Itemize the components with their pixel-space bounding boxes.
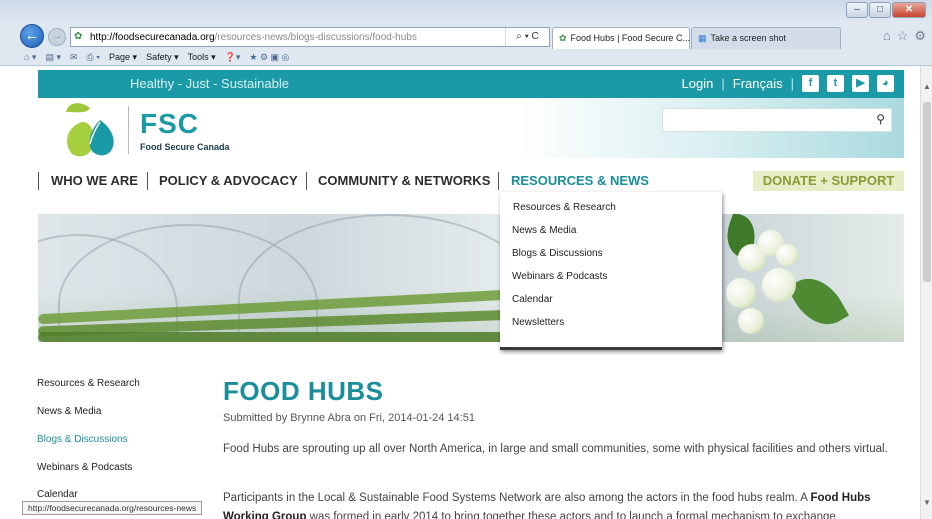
sidebar-item-webinars-podcasts[interactable]: Webinars & Podcasts: [37, 462, 132, 473]
rss-icon[interactable]: ◕: [877, 75, 894, 92]
page-title: FOOD HUBS: [223, 376, 384, 406]
dropdown-item-webinars-podcasts[interactable]: Webinars & Podcasts: [512, 271, 607, 282]
browser-right-icons: ⌂ ☆ ⚙: [883, 28, 926, 44]
blossom: [762, 268, 796, 302]
article-paragraph: Participants in the Local & Sustainable …: [223, 489, 903, 519]
back-button[interactable]: ←: [20, 24, 44, 48]
nav-divider: [147, 172, 148, 190]
window-title-strip: – □ ✕: [0, 0, 932, 22]
article-paragraph: Food Hubs are sprouting up all over Nort…: [223, 443, 888, 455]
dropdown-item-news-media[interactable]: News & Media: [512, 225, 576, 236]
article-meta: Submitted by Brynne Abra on Fri, 2014-01…: [223, 412, 475, 424]
site-favicon-icon: ✿: [74, 31, 83, 42]
tab-food-hubs[interactable]: ✿ Food Hubs | Food Secure C... ×: [552, 27, 700, 49]
logo-divider: [128, 106, 129, 154]
forward-button[interactable]: →: [48, 28, 66, 46]
nav-divider: [306, 172, 307, 190]
tab-strip: ✿ Food Hubs | Food Secure C... × ▦ Take …: [552, 27, 841, 49]
addon-icon[interactable]: ★ ⚙ ▣ ◎: [249, 52, 289, 63]
crop-row: [38, 332, 508, 342]
print-icon[interactable]: ⎙ ▾: [87, 52, 100, 63]
nav-community-networks[interactable]: COMMUNITY & NETWORKS: [318, 170, 490, 192]
close-window-button[interactable]: ✕: [892, 2, 926, 18]
leaf: [786, 267, 850, 336]
logo-text[interactable]: FSC: [140, 108, 199, 140]
page-viewport: Healthy - Just - Sustainable Login | Fra…: [0, 66, 920, 519]
tools-menu[interactable]: Tools ▾: [188, 52, 216, 63]
blossom: [726, 278, 756, 308]
help-icon[interactable]: ❓▾: [225, 52, 241, 63]
sidebar-item-blogs-discussions[interactable]: Blogs & Discussions: [37, 434, 128, 445]
scroll-up-icon[interactable]: ▲: [923, 82, 931, 91]
resources-news-dropdown: Resources & Research News & Media Blogs …: [500, 192, 722, 350]
login-link[interactable]: Login: [682, 76, 714, 91]
top-links: Login | Français | f t ▶ ◕: [682, 75, 894, 92]
blossom: [776, 244, 798, 266]
address-url: http://foodsecurecanada.org/resources-ne…: [90, 31, 417, 43]
hero-banner-image: [38, 214, 904, 342]
mail-icon[interactable]: ✉: [70, 52, 78, 63]
blossom: [738, 308, 764, 334]
tab-favicon-icon: ✿: [559, 33, 567, 43]
tab-label: Food Hubs | Food Secure C...: [570, 33, 690, 43]
site-header: FSC Food Secure Canada ⚲: [38, 98, 904, 158]
tab-label: Take a screen shot: [710, 33, 787, 43]
scroll-down-icon[interactable]: ▼: [923, 498, 931, 507]
logo-leaf-drop-icon[interactable]: [60, 98, 124, 160]
windows-icon: ▦: [698, 33, 707, 43]
nav-resources-news[interactable]: RESOURCES & NEWS: [511, 170, 649, 192]
window-controls: – □ ✕: [846, 2, 926, 18]
sidebar-item-resources-research[interactable]: Resources & Research: [37, 378, 140, 389]
logo-subtitle: Food Secure Canada: [140, 142, 230, 152]
home-page-icon[interactable]: ⌂ ▾: [24, 52, 36, 63]
feeds-icon[interactable]: ▤ ▾: [45, 52, 61, 63]
command-bar: ⌂ ▾ ▤ ▾ ✉ ⎙ ▾ Page ▾ Safety ▾ Tools ▾ ❓▾…: [0, 48, 932, 66]
scroll-thumb[interactable]: [923, 102, 931, 282]
nav-divider: [498, 172, 499, 190]
tab-screenshot[interactable]: ▦ Take a screen shot: [691, 27, 841, 49]
youtube-icon[interactable]: ▶: [852, 75, 869, 92]
address-search-refresh-icon[interactable]: ⌕ ▾ C: [505, 28, 549, 46]
dropdown-item-calendar[interactable]: Calendar: [512, 294, 553, 305]
safety-menu[interactable]: Safety ▾: [146, 52, 179, 63]
settings-gear-icon[interactable]: ⚙: [914, 28, 926, 44]
browser-chrome: – □ ✕ ← → ✿ http://foodsecurecanada.org/…: [0, 0, 932, 66]
page-menu[interactable]: Page ▾: [109, 52, 137, 63]
nav-divider: [38, 172, 39, 190]
site-tagline: Healthy - Just - Sustainable: [130, 76, 289, 91]
minimize-button[interactable]: –: [846, 2, 868, 18]
divider: |: [721, 76, 725, 91]
language-link[interactable]: Français: [733, 76, 783, 91]
site-search-input[interactable]: ⚲: [662, 108, 892, 132]
site-top-bar: Healthy - Just - Sustainable Login | Fra…: [38, 70, 904, 98]
browser-nav-row: ← → ✿ http://foodsecurecanada.org/resour…: [0, 22, 932, 49]
status-bar-url: http://foodsecurecanada.org/resources-ne…: [22, 501, 203, 515]
divider: |: [790, 76, 794, 91]
sidebar-item-calendar[interactable]: Calendar: [37, 489, 78, 500]
nav-who-we-are[interactable]: WHO WE ARE: [51, 170, 138, 192]
main-nav: WHO WE ARE POLICY & ADVOCACY COMMUNITY &…: [38, 170, 904, 192]
address-bar[interactable]: ✿ http://foodsecurecanada.org/resources-…: [70, 27, 550, 47]
home-icon[interactable]: ⌂: [883, 28, 891, 44]
dropdown-item-resources-research[interactable]: Resources & Research: [513, 202, 616, 213]
page-scrollbar[interactable]: ▲ ▼: [920, 66, 932, 519]
favorites-star-icon[interactable]: ☆: [897, 28, 909, 44]
maximize-button[interactable]: □: [869, 2, 891, 18]
nav-policy-advocacy[interactable]: POLICY & ADVOCACY: [159, 170, 298, 192]
donate-support-button[interactable]: DONATE + SUPPORT: [753, 171, 904, 191]
facebook-icon[interactable]: f: [802, 75, 819, 92]
search-icon[interactable]: ⚲: [876, 112, 885, 126]
twitter-icon[interactable]: t: [827, 75, 844, 92]
dropdown-item-blogs-discussions[interactable]: Blogs & Discussions: [512, 248, 603, 259]
dropdown-item-newsletters[interactable]: Newsletters: [512, 317, 564, 328]
sidebar-item-news-media[interactable]: News & Media: [37, 406, 101, 417]
